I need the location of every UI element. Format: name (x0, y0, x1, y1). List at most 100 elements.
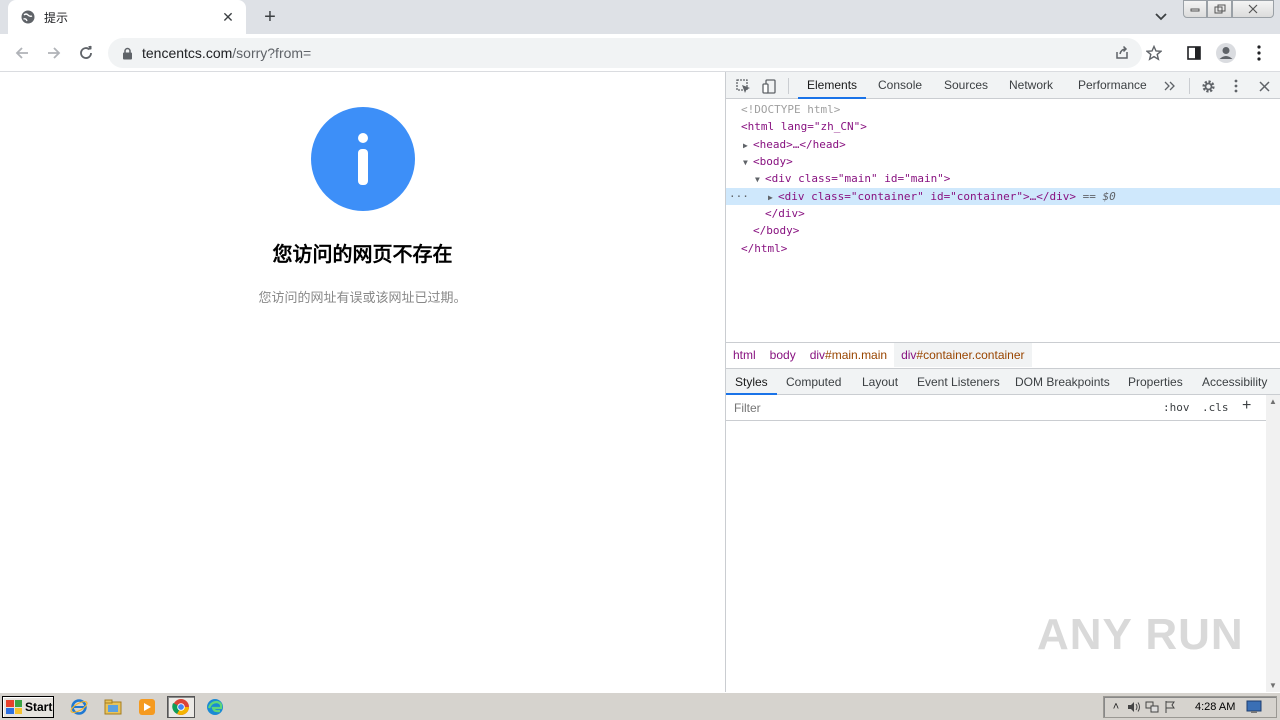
styles-scrollbar[interactable]: ▲ ▼ (1266, 395, 1280, 692)
tab-layout[interactable]: Layout (862, 369, 898, 395)
back-arrow-icon[interactable] (8, 39, 36, 67)
windows-logo-icon (6, 700, 22, 714)
hov-toggle-button[interactable]: :hov (1163, 399, 1190, 417)
share-icon[interactable] (1110, 41, 1134, 65)
address-bar[interactable]: tencentcs.com/sorry?from= (108, 38, 1142, 68)
tab-accessibility[interactable]: Accessibility (1202, 369, 1267, 395)
menu-kebab-icon[interactable] (1245, 39, 1273, 67)
devtools-menu-icon[interactable] (1226, 76, 1246, 96)
explorer-icon[interactable] (101, 696, 125, 718)
styles-filter-bar: :hov .cls + (726, 395, 1266, 421)
breadcrumb-div-container[interactable]: div#container.container (894, 342, 1032, 367)
network-icon[interactable] (1143, 698, 1161, 716)
devtools-tab-bar: Elements Console Sources Network Perform… (726, 72, 1280, 99)
system-tray: ˄ 4:28 AM (1103, 696, 1277, 718)
dom-div-close[interactable]: </div> (726, 205, 1280, 222)
chrome-icon[interactable] (167, 696, 195, 718)
bookmark-star-icon[interactable] (1142, 41, 1166, 65)
media-player-icon[interactable] (135, 696, 159, 718)
new-style-rule-button[interactable]: + (1242, 397, 1251, 415)
show-desktop-icon[interactable] (1245, 698, 1263, 716)
anyrun-watermark: ANY RUN (1037, 610, 1244, 659)
devtools-panel: Elements Console Sources Network Perform… (725, 72, 1280, 692)
scroll-down-arrow-icon[interactable]: ▼ (1269, 681, 1277, 690)
breadcrumb-div-main[interactable]: div#main.main (803, 343, 894, 367)
scroll-up-arrow-icon[interactable]: ▲ (1269, 397, 1277, 406)
tab-close-icon[interactable]: ✕ (220, 9, 236, 25)
start-label: Start (25, 700, 53, 714)
clock[interactable]: 4:28 AM (1195, 701, 1235, 713)
breadcrumb-html[interactable]: html (726, 343, 763, 367)
edge-icon[interactable] (203, 696, 227, 718)
devtools-close-icon[interactable] (1254, 76, 1274, 96)
window-close-button[interactable] (1232, 0, 1274, 18)
body-close-text: </body> (753, 224, 800, 237)
dom-body-open[interactable]: ▼ <body> (726, 153, 1280, 170)
tab-properties[interactable]: Properties (1128, 369, 1183, 395)
collapse-triangle-icon[interactable]: ▼ (743, 154, 753, 171)
profile-avatar-icon[interactable] (1212, 39, 1240, 67)
dom-html-close[interactable]: </html> (726, 240, 1280, 257)
tab-sources[interactable]: Sources (944, 72, 988, 99)
doctype-text: <!DOCTYPE html> (741, 103, 841, 116)
tab-performance[interactable]: Performance (1078, 72, 1147, 99)
page-title: 您访问的网页不存在 (272, 244, 453, 266)
styles-filter-input[interactable] (728, 398, 1154, 418)
forward-arrow-icon[interactable] (40, 39, 68, 67)
dom-head[interactable]: ▶ <head>…</head> (726, 136, 1280, 153)
start-button[interactable]: Start (2, 696, 54, 718)
side-panel-icon[interactable] (1180, 39, 1208, 67)
tab-event-listeners[interactable]: Event Listeners (917, 369, 1000, 395)
tab-dom-breakpoints[interactable]: DOM Breakpoints (1015, 369, 1110, 395)
expand-triangle-icon[interactable]: ▶ (768, 189, 778, 206)
tab-network[interactable]: Network (1009, 72, 1053, 99)
styles-pane-tabs: Styles Computed Layout Event Listeners D… (726, 368, 1280, 395)
volume-icon[interactable] (1125, 698, 1143, 716)
html-close-text: </html> (741, 242, 788, 255)
tab-console[interactable]: Console (878, 72, 922, 99)
cls-toggle-button[interactable]: .cls (1202, 399, 1229, 417)
device-toolbar-icon[interactable] (759, 76, 779, 96)
action-center-flag-icon[interactable] (1161, 698, 1179, 716)
selected-marker: == $0 (1082, 190, 1116, 203)
tab-elements[interactable]: Elements (798, 72, 867, 99)
show-hidden-icons-chevron-icon[interactable]: ˄ (1107, 698, 1125, 716)
dom-body-close[interactable]: </body> (726, 222, 1280, 239)
restore-button[interactable] (1207, 0, 1232, 18)
url-host: tencentcs.com (142, 45, 233, 61)
div-container-text: <div class="container" id="container">…<… (778, 190, 1077, 203)
body-open-text: <body> (753, 155, 793, 168)
tab-strip: 提示 ✕ + (0, 0, 1280, 34)
breadcrumb: html body div#main.main div#container.co… (726, 342, 1280, 367)
row-actions-ellipsis-icon[interactable]: ··· (729, 188, 749, 205)
collapse-triangle-icon[interactable]: ▼ (755, 171, 765, 188)
taskbar: Start ˄ 4:28 AM (0, 692, 1280, 720)
ie-icon[interactable] (67, 696, 91, 718)
head-text: <head>…</head> (753, 138, 846, 151)
browser-tab[interactable]: 提示 ✕ (8, 0, 246, 34)
expand-triangle-icon[interactable]: ▶ (743, 137, 753, 154)
new-tab-button[interactable]: + (258, 5, 282, 29)
div-main-text: <div class="main" id="main"> (765, 172, 951, 185)
globe-icon (20, 9, 36, 25)
lock-icon[interactable] (120, 46, 134, 60)
settings-gear-icon[interactable] (1198, 76, 1218, 96)
browser-toolbar: tencentcs.com/sorry?from= (0, 34, 1280, 72)
html-open-text: <html lang="zh_CN"> (741, 120, 867, 133)
dom-div-container-selected[interactable]: ··· ▶ <div class="container" id="container… (726, 188, 1280, 205)
dom-html-open[interactable]: <html lang="zh_CN"> (726, 118, 1280, 135)
page-subtitle: 您访问的网址有误或该网址已过期。 (258, 290, 467, 305)
tab-styles[interactable]: Styles (726, 369, 777, 395)
dom-doctype[interactable]: <!DOCTYPE html> (726, 101, 1280, 118)
tab-computed[interactable]: Computed (786, 369, 841, 395)
dom-tree[interactable]: <!DOCTYPE html> <html lang="zh_CN"> ▶ <he… (726, 100, 1280, 342)
inspect-element-icon[interactable] (733, 76, 753, 96)
minimize-button[interactable] (1183, 0, 1207, 18)
breadcrumb-body[interactable]: body (763, 343, 803, 367)
tab-search-icon[interactable] (1150, 6, 1172, 28)
info-icon (311, 107, 415, 211)
more-tabs-chevron-icon[interactable] (1160, 76, 1180, 96)
div-close-text: </div> (765, 207, 805, 220)
reload-icon[interactable] (72, 39, 100, 67)
dom-div-main[interactable]: ▼ <div class="main" id="main"> (726, 170, 1280, 187)
